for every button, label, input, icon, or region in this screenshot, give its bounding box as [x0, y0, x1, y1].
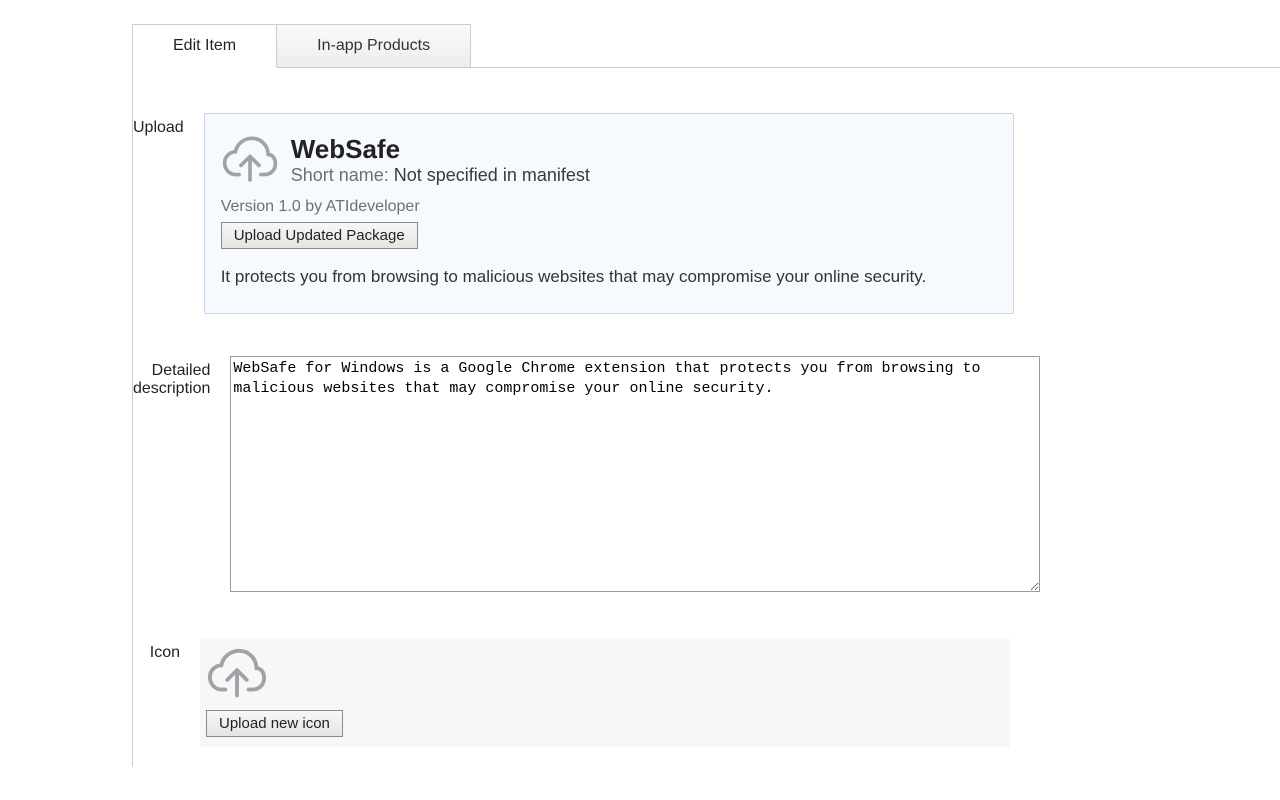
tab-bar: Edit Item In-app Products: [132, 24, 1280, 68]
short-name-value: Not specified in manifest: [394, 165, 590, 185]
detailed-description-textarea[interactable]: [230, 356, 1040, 592]
detailed-description-label: Detailed description: [133, 362, 210, 398]
upload-updated-package-button[interactable]: Upload Updated Package: [221, 222, 418, 249]
version-line: Version 1.0 by ATIdeveloper: [221, 198, 997, 216]
upload-box: WebSafe Short name: Not specified in man…: [204, 113, 1014, 314]
app-icon-preview: [206, 646, 268, 702]
tab-inapp-products[interactable]: In-app Products: [277, 24, 471, 68]
icon-box: Upload new icon: [200, 638, 1010, 747]
short-name-line: Short name: Not specified in manifest: [291, 165, 590, 186]
tab-edit-item[interactable]: Edit Item: [132, 24, 277, 68]
upload-new-icon-button[interactable]: Upload new icon: [206, 710, 343, 737]
app-title: WebSafe: [291, 134, 590, 165]
short-name-label: Short name:: [291, 165, 394, 185]
tab-underline: [471, 67, 1280, 68]
short-description: It protects you from browsing to malicio…: [221, 267, 997, 287]
upload-label: Upload: [133, 113, 204, 137]
cloud-upload-icon: [221, 132, 279, 188]
icon-label: Icon: [133, 638, 200, 662]
